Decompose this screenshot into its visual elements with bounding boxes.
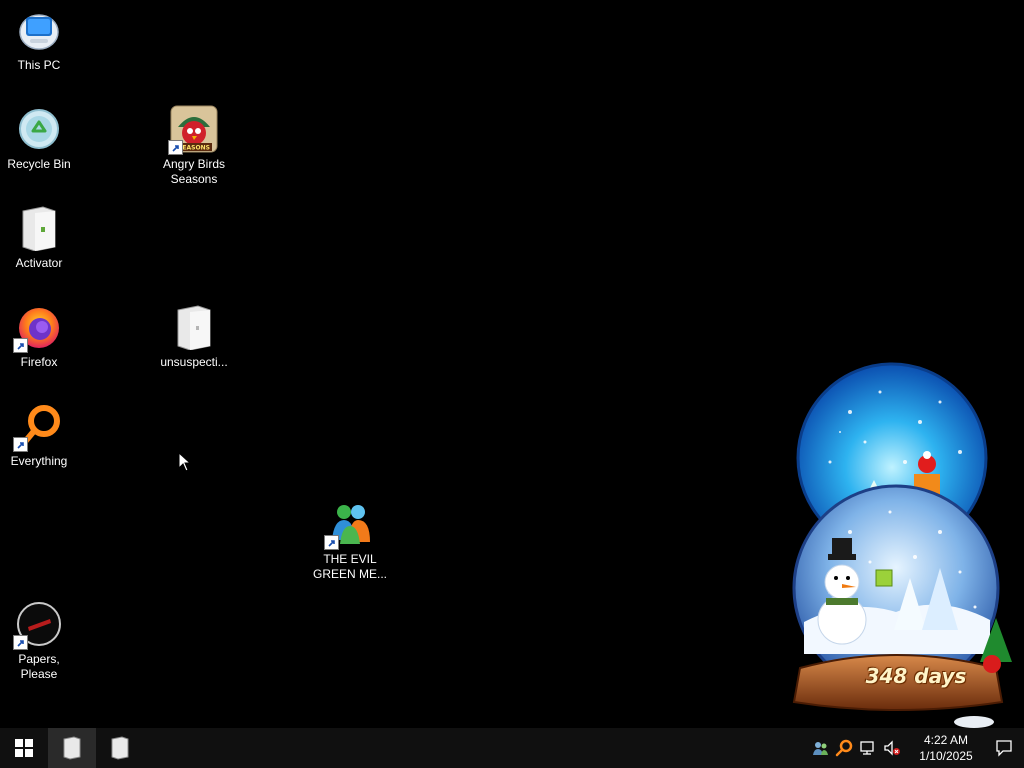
file-icon (63, 736, 81, 760)
desktop-icon-evil-green-messenger[interactable]: THE EVIL GREEN ME... (312, 500, 388, 582)
everything-search-icon (13, 402, 63, 452)
shortcut-arrow-icon (168, 140, 183, 155)
desktop-icon-label: Everything (10, 454, 68, 468)
desktop-icon-label: Activator (15, 256, 63, 270)
desktop-icon-activator[interactable]: Activator (1, 204, 77, 271)
search-magnifier-icon[interactable] (832, 728, 856, 768)
desktop-icon-label: Firefox (20, 355, 58, 369)
system-tray: 4:22 AM 1/10/2025 (808, 728, 1024, 768)
desktop-icon-unsuspecting-file[interactable]: unsuspecti... (156, 303, 232, 370)
people-icon[interactable] (808, 728, 832, 768)
windows-logo-icon (15, 739, 33, 757)
papers-please-icon (13, 600, 63, 650)
desktop-icon-label: This PC (17, 58, 61, 72)
desktop-icon-label: Recycle Bin (7, 157, 71, 171)
desktop-icon-label: Angry Birds Seasons (162, 157, 226, 186)
action-center-button[interactable] (984, 728, 1024, 768)
snow-globe-countdown-gadget[interactable]: 348 days (790, 362, 1024, 728)
network-icon[interactable] (856, 728, 880, 768)
desktop-icon-firefox[interactable]: Firefox (1, 303, 77, 370)
shortcut-arrow-icon (324, 535, 339, 550)
taskbar-app-file-2[interactable] (96, 728, 144, 768)
taskbar-app-file-1[interactable] (48, 728, 96, 768)
recycle-bin-icon (15, 105, 63, 153)
desktop-icon-this-pc[interactable]: This PC (1, 6, 77, 73)
notification-icon (996, 740, 1012, 757)
angry-birds-icon: SEASONS (168, 105, 218, 155)
desktop-icon-label: unsuspecti... (160, 355, 228, 369)
start-button[interactable] (0, 728, 48, 768)
shortcut-arrow-icon (13, 635, 28, 650)
taskbar-clock[interactable]: 4:22 AM 1/10/2025 (914, 732, 978, 764)
desktop: This PC Recycle Bin Activator Firefox Ev… (0, 0, 1024, 728)
messenger-icon (324, 500, 374, 550)
file-icon (111, 736, 129, 760)
desktop-icon-everything[interactable]: Everything (1, 402, 77, 469)
computer-icon (15, 6, 63, 54)
firefox-icon (13, 303, 63, 353)
volume-muted-icon[interactable] (880, 728, 904, 768)
clock-date: 1/10/2025 (919, 749, 973, 763)
file-icon (15, 204, 63, 252)
file-icon (170, 303, 218, 351)
days-countdown-label: 348 days (865, 664, 967, 688)
clock-time: 4:22 AM (923, 733, 969, 747)
shortcut-arrow-icon (13, 437, 28, 452)
shortcut-arrow-icon (13, 338, 28, 353)
desktop-icon-label: THE EVIL GREEN ME... (312, 552, 387, 581)
taskbar: 4:22 AM 1/10/2025 (0, 728, 1024, 768)
desktop-icon-label: Papers, Please (18, 652, 60, 681)
desktop-icon-papers-please[interactable]: Papers, Please (1, 600, 77, 682)
desktop-icon-angry-birds-seasons[interactable]: SEASONS Angry Birds Seasons (156, 105, 232, 187)
desktop-icon-recycle-bin[interactable]: Recycle Bin (1, 105, 77, 172)
mouse-cursor-icon (178, 451, 192, 472)
